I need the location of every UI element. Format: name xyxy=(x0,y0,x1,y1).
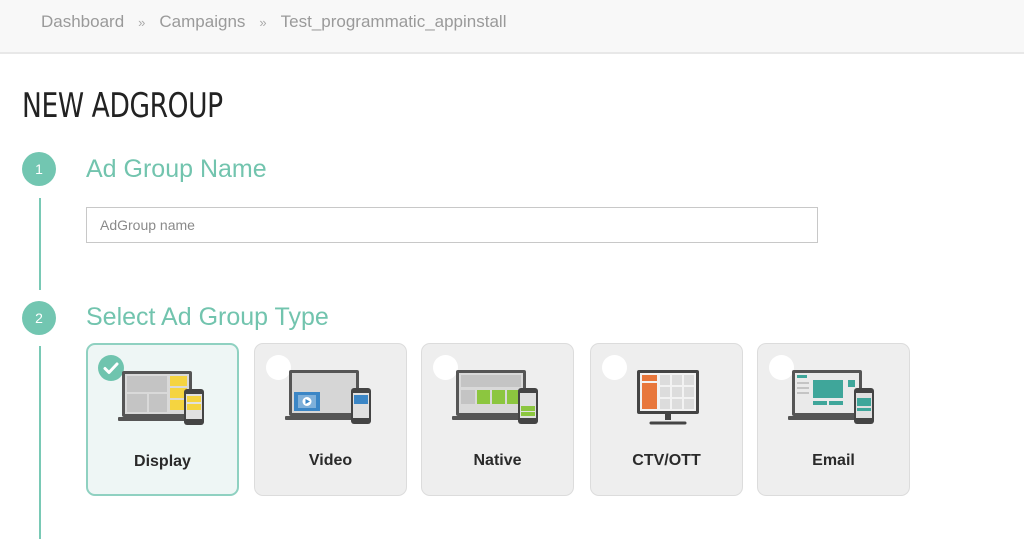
breadcrumb-separator: » xyxy=(259,14,267,30)
adgroup-type-label: Native xyxy=(473,452,522,469)
native-device-icon xyxy=(452,370,538,424)
video-device-icon xyxy=(285,370,371,424)
step-title-select-type: Select Ad Group Type xyxy=(86,303,329,331)
breadcrumb-separator: » xyxy=(138,14,146,30)
breadcrumb-campaigns[interactable]: Campaigns xyxy=(159,12,245,32)
adgroup-name-input[interactable] xyxy=(86,207,818,243)
breadcrumb-campaign-name[interactable]: Test_programmatic_appinstall xyxy=(281,12,507,32)
display-device-icon xyxy=(118,371,204,425)
adgroup-type-ctv-ott[interactable]: CTV/OTT xyxy=(590,343,743,496)
adgroup-type-video[interactable]: Video xyxy=(254,343,407,496)
step-connector-line xyxy=(39,198,41,290)
adgroup-type-label: Display xyxy=(134,453,191,470)
adgroup-type-label: CTV/OTT xyxy=(632,452,701,469)
adgroup-type-email[interactable]: Email xyxy=(757,343,910,496)
step-number-2: 2 xyxy=(22,301,56,335)
page-title: NEW ADGROUP xyxy=(22,86,223,126)
step-connector-line xyxy=(39,346,41,539)
step-title-ad-group-name: Ad Group Name xyxy=(86,155,267,183)
email-device-icon xyxy=(788,370,874,424)
breadcrumb-dashboard[interactable]: Dashboard xyxy=(41,12,124,32)
adgroup-type-display[interactable]: Display xyxy=(86,343,239,496)
step-number-1: 1 xyxy=(22,152,56,186)
adgroup-type-label: Video xyxy=(308,452,353,469)
adgroup-type-label: Email xyxy=(812,452,855,469)
breadcrumb: Dashboard » Campaigns » Test_programmati… xyxy=(41,12,506,32)
top-bar: Dashboard » Campaigns » Test_programmati… xyxy=(0,0,1024,54)
tv-monitor-icon xyxy=(637,370,699,425)
adgroup-type-native[interactable]: Native xyxy=(421,343,574,496)
